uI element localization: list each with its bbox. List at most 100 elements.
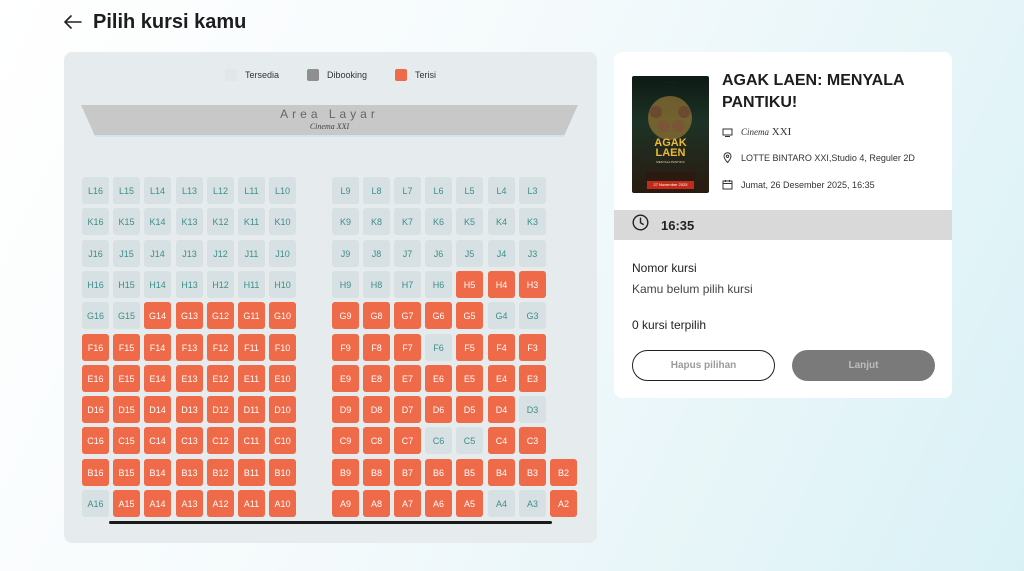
seat-b14[interactable]: B14 — [144, 459, 171, 486]
seat-l8[interactable]: L8 — [363, 177, 390, 204]
seat-j7[interactable]: J7 — [394, 240, 421, 267]
seat-j3[interactable]: J3 — [519, 240, 546, 267]
seat-k10[interactable]: K10 — [269, 208, 296, 235]
seat-j5[interactable]: J5 — [456, 240, 483, 267]
seat-l3[interactable]: L3 — [519, 177, 546, 204]
seat-g13[interactable]: G13 — [176, 302, 203, 329]
seat-h16[interactable]: H16 — [82, 271, 109, 298]
seat-k16[interactable]: K16 — [82, 208, 109, 235]
seat-a7[interactable]: A7 — [394, 490, 421, 517]
seat-k7[interactable]: K7 — [394, 208, 421, 235]
seat-l14[interactable]: L14 — [144, 177, 171, 204]
seat-c10[interactable]: C10 — [269, 427, 296, 454]
seat-b11[interactable]: B11 — [238, 459, 265, 486]
seat-f16[interactable]: F16 — [82, 334, 109, 361]
seat-f8[interactable]: F8 — [363, 334, 390, 361]
seat-c13[interactable]: C13 — [176, 427, 203, 454]
seat-f14[interactable]: F14 — [144, 334, 171, 361]
seat-c5[interactable]: C5 — [456, 427, 483, 454]
seat-h10[interactable]: H10 — [269, 271, 296, 298]
seat-d16[interactable]: D16 — [82, 396, 109, 423]
seat-b8[interactable]: B8 — [363, 459, 390, 486]
seat-h13[interactable]: H13 — [176, 271, 203, 298]
seat-c4[interactable]: C4 — [488, 427, 515, 454]
seat-k8[interactable]: K8 — [363, 208, 390, 235]
seat-h12[interactable]: H12 — [207, 271, 234, 298]
seat-c7[interactable]: C7 — [394, 427, 421, 454]
seat-b9[interactable]: B9 — [332, 459, 359, 486]
seat-j6[interactable]: J6 — [425, 240, 452, 267]
seat-f13[interactable]: F13 — [176, 334, 203, 361]
seat-h6[interactable]: H6 — [425, 271, 452, 298]
seat-a3[interactable]: A3 — [519, 490, 546, 517]
seat-e9[interactable]: E9 — [332, 365, 359, 392]
seat-k13[interactable]: K13 — [176, 208, 203, 235]
seat-l10[interactable]: L10 — [269, 177, 296, 204]
seat-a10[interactable]: A10 — [269, 490, 296, 517]
seat-h15[interactable]: H15 — [113, 271, 140, 298]
seat-e6[interactable]: E6 — [425, 365, 452, 392]
seat-b15[interactable]: B15 — [113, 459, 140, 486]
seat-g7[interactable]: G7 — [394, 302, 421, 329]
seat-j13[interactable]: J13 — [176, 240, 203, 267]
seat-g10[interactable]: G10 — [269, 302, 296, 329]
seat-f11[interactable]: F11 — [238, 334, 265, 361]
seat-l16[interactable]: L16 — [82, 177, 109, 204]
seat-l4[interactable]: L4 — [488, 177, 515, 204]
seat-k9[interactable]: K9 — [332, 208, 359, 235]
seat-d11[interactable]: D11 — [238, 396, 265, 423]
seat-f5[interactable]: F5 — [456, 334, 483, 361]
seat-f12[interactable]: F12 — [207, 334, 234, 361]
seat-c12[interactable]: C12 — [207, 427, 234, 454]
seat-a6[interactable]: A6 — [425, 490, 452, 517]
seat-b4[interactable]: B4 — [488, 459, 515, 486]
seat-a13[interactable]: A13 — [176, 490, 203, 517]
seat-f4[interactable]: F4 — [488, 334, 515, 361]
seat-h9[interactable]: H9 — [332, 271, 359, 298]
seat-e8[interactable]: E8 — [363, 365, 390, 392]
seat-h14[interactable]: H14 — [144, 271, 171, 298]
seat-g15[interactable]: G15 — [113, 302, 140, 329]
seat-l6[interactable]: L6 — [425, 177, 452, 204]
seat-l12[interactable]: L12 — [207, 177, 234, 204]
seat-a4[interactable]: A4 — [488, 490, 515, 517]
seat-e14[interactable]: E14 — [144, 365, 171, 392]
seat-e3[interactable]: E3 — [519, 365, 546, 392]
seat-j9[interactable]: J9 — [332, 240, 359, 267]
seat-j14[interactable]: J14 — [144, 240, 171, 267]
seat-b2[interactable]: B2 — [550, 459, 577, 486]
seat-c6[interactable]: C6 — [425, 427, 452, 454]
next-button[interactable]: Lanjut — [792, 350, 935, 381]
seat-g14[interactable]: G14 — [144, 302, 171, 329]
seat-k12[interactable]: K12 — [207, 208, 234, 235]
clear-selection-button[interactable]: Hapus pilihan — [632, 350, 775, 381]
seat-g8[interactable]: G8 — [363, 302, 390, 329]
seat-b12[interactable]: B12 — [207, 459, 234, 486]
seat-f9[interactable]: F9 — [332, 334, 359, 361]
seat-h7[interactable]: H7 — [394, 271, 421, 298]
seat-f6[interactable]: F6 — [425, 334, 452, 361]
seat-k6[interactable]: K6 — [425, 208, 452, 235]
seat-b6[interactable]: B6 — [425, 459, 452, 486]
seat-g12[interactable]: G12 — [207, 302, 234, 329]
seat-e11[interactable]: E11 — [238, 365, 265, 392]
seat-c8[interactable]: C8 — [363, 427, 390, 454]
seat-c9[interactable]: C9 — [332, 427, 359, 454]
seat-k5[interactable]: K5 — [456, 208, 483, 235]
seat-c15[interactable]: C15 — [113, 427, 140, 454]
seat-e12[interactable]: E12 — [207, 365, 234, 392]
seat-l9[interactable]: L9 — [332, 177, 359, 204]
seat-e13[interactable]: E13 — [176, 365, 203, 392]
seat-a16[interactable]: A16 — [82, 490, 109, 517]
seat-l7[interactable]: L7 — [394, 177, 421, 204]
seat-j16[interactable]: J16 — [82, 240, 109, 267]
seat-a15[interactable]: A15 — [113, 490, 140, 517]
seat-a14[interactable]: A14 — [144, 490, 171, 517]
seat-k11[interactable]: K11 — [238, 208, 265, 235]
seat-a9[interactable]: A9 — [332, 490, 359, 517]
seat-l11[interactable]: L11 — [238, 177, 265, 204]
seat-b7[interactable]: B7 — [394, 459, 421, 486]
seat-f3[interactable]: F3 — [519, 334, 546, 361]
seat-e15[interactable]: E15 — [113, 365, 140, 392]
seat-j8[interactable]: J8 — [363, 240, 390, 267]
